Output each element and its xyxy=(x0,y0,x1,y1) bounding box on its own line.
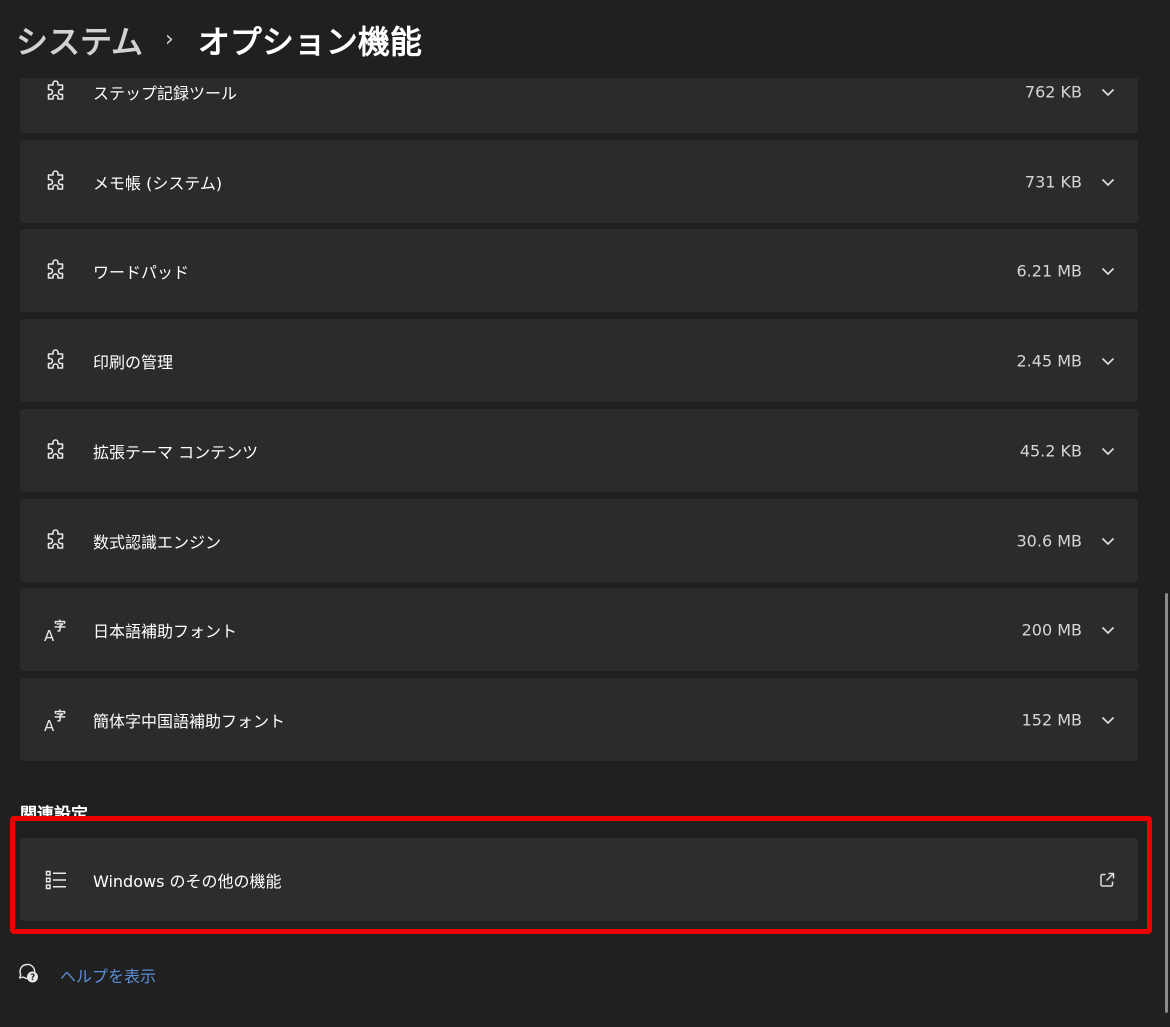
feature-name: 簡体字中国語補助フォント xyxy=(93,711,286,731)
feature-size: 6.21 MB xyxy=(1016,261,1083,280)
puzzle-icon xyxy=(42,527,70,555)
feature-name: 印刷の管理 xyxy=(93,352,174,372)
chevron-down-icon[interactable] xyxy=(1100,84,1116,100)
feature-name: ワードパッド xyxy=(93,262,190,282)
feature-row-japanese-fonts[interactable]: A 字 日本語補助フォント 200 MB xyxy=(20,588,1138,671)
help-link[interactable]: ヘルプを表示 xyxy=(60,963,156,987)
page-title: オプション機能 xyxy=(197,23,422,61)
feature-row-wordpad[interactable]: ワードパッド 6.21 MB xyxy=(20,229,1138,312)
breadcrumb: システム › オプション機能 xyxy=(16,17,422,63)
feature-size: 2.45 MB xyxy=(1016,351,1083,370)
feature-size: 762 KB xyxy=(1024,82,1082,101)
feature-row-chinese-simplified-fonts[interactable]: A 字 簡体字中国語補助フォント 152 MB xyxy=(20,678,1138,761)
puzzle-icon xyxy=(42,168,70,196)
feature-name: ステップ記録ツール xyxy=(93,83,238,103)
feature-size: 731 KB xyxy=(1024,172,1082,191)
feature-row-math-recognizer[interactable]: 数式認識エンジン 30.6 MB xyxy=(20,499,1138,582)
font-icon: A 字 xyxy=(42,706,70,734)
puzzle-icon xyxy=(42,257,70,285)
scrollbar-thumb[interactable] xyxy=(1165,593,1168,1013)
chevron-down-icon[interactable] xyxy=(1100,443,1116,459)
puzzle-icon xyxy=(42,437,70,465)
feature-name: メモ帳 (システム) xyxy=(93,173,223,193)
feature-size: 30.6 MB xyxy=(1016,531,1083,550)
settings-page: システム › オプション機能 ステップ記録ツール 762 KB メモ帳 (システ… xyxy=(0,0,1170,1027)
highlight-annotation xyxy=(10,816,1152,934)
svg-text:?: ? xyxy=(30,973,35,983)
chevron-down-icon[interactable] xyxy=(1100,712,1116,728)
breadcrumb-parent-system[interactable]: システム xyxy=(16,17,143,63)
feature-size: 45.2 KB xyxy=(1019,441,1082,460)
chevron-down-icon[interactable] xyxy=(1100,263,1116,279)
breadcrumb-separator: › xyxy=(165,26,174,52)
feature-row-notepad[interactable]: メモ帳 (システム) 731 KB xyxy=(20,140,1138,223)
feature-row-extended-theme[interactable]: 拡張テーマ コンテンツ 45.2 KB xyxy=(20,409,1138,492)
page-header: システム › オプション機能 xyxy=(0,0,1170,78)
chevron-down-icon[interactable] xyxy=(1100,533,1116,549)
svg-text:字: 字 xyxy=(54,708,66,723)
svg-text:字: 字 xyxy=(54,618,66,633)
feature-size: 152 MB xyxy=(1021,710,1082,729)
font-icon: A 字 xyxy=(42,616,70,644)
help-icon: ? xyxy=(18,962,40,988)
puzzle-icon xyxy=(42,347,70,375)
feature-name: 拡張テーマ コンテンツ xyxy=(93,442,259,462)
puzzle-icon xyxy=(42,78,70,106)
scrollbar[interactable] xyxy=(1164,78,1168,1027)
feature-name: 数式認識エンジン xyxy=(93,532,222,552)
feature-name: 日本語補助フォント xyxy=(93,621,238,641)
chevron-down-icon[interactable] xyxy=(1100,174,1116,190)
chevron-down-icon[interactable] xyxy=(1100,353,1116,369)
chevron-down-icon[interactable] xyxy=(1100,622,1116,638)
feature-row-print-management[interactable]: 印刷の管理 2.45 MB xyxy=(20,319,1138,402)
feature-size: 200 MB xyxy=(1021,620,1082,639)
help-link-row[interactable]: ? ヘルプを表示 xyxy=(18,962,156,988)
